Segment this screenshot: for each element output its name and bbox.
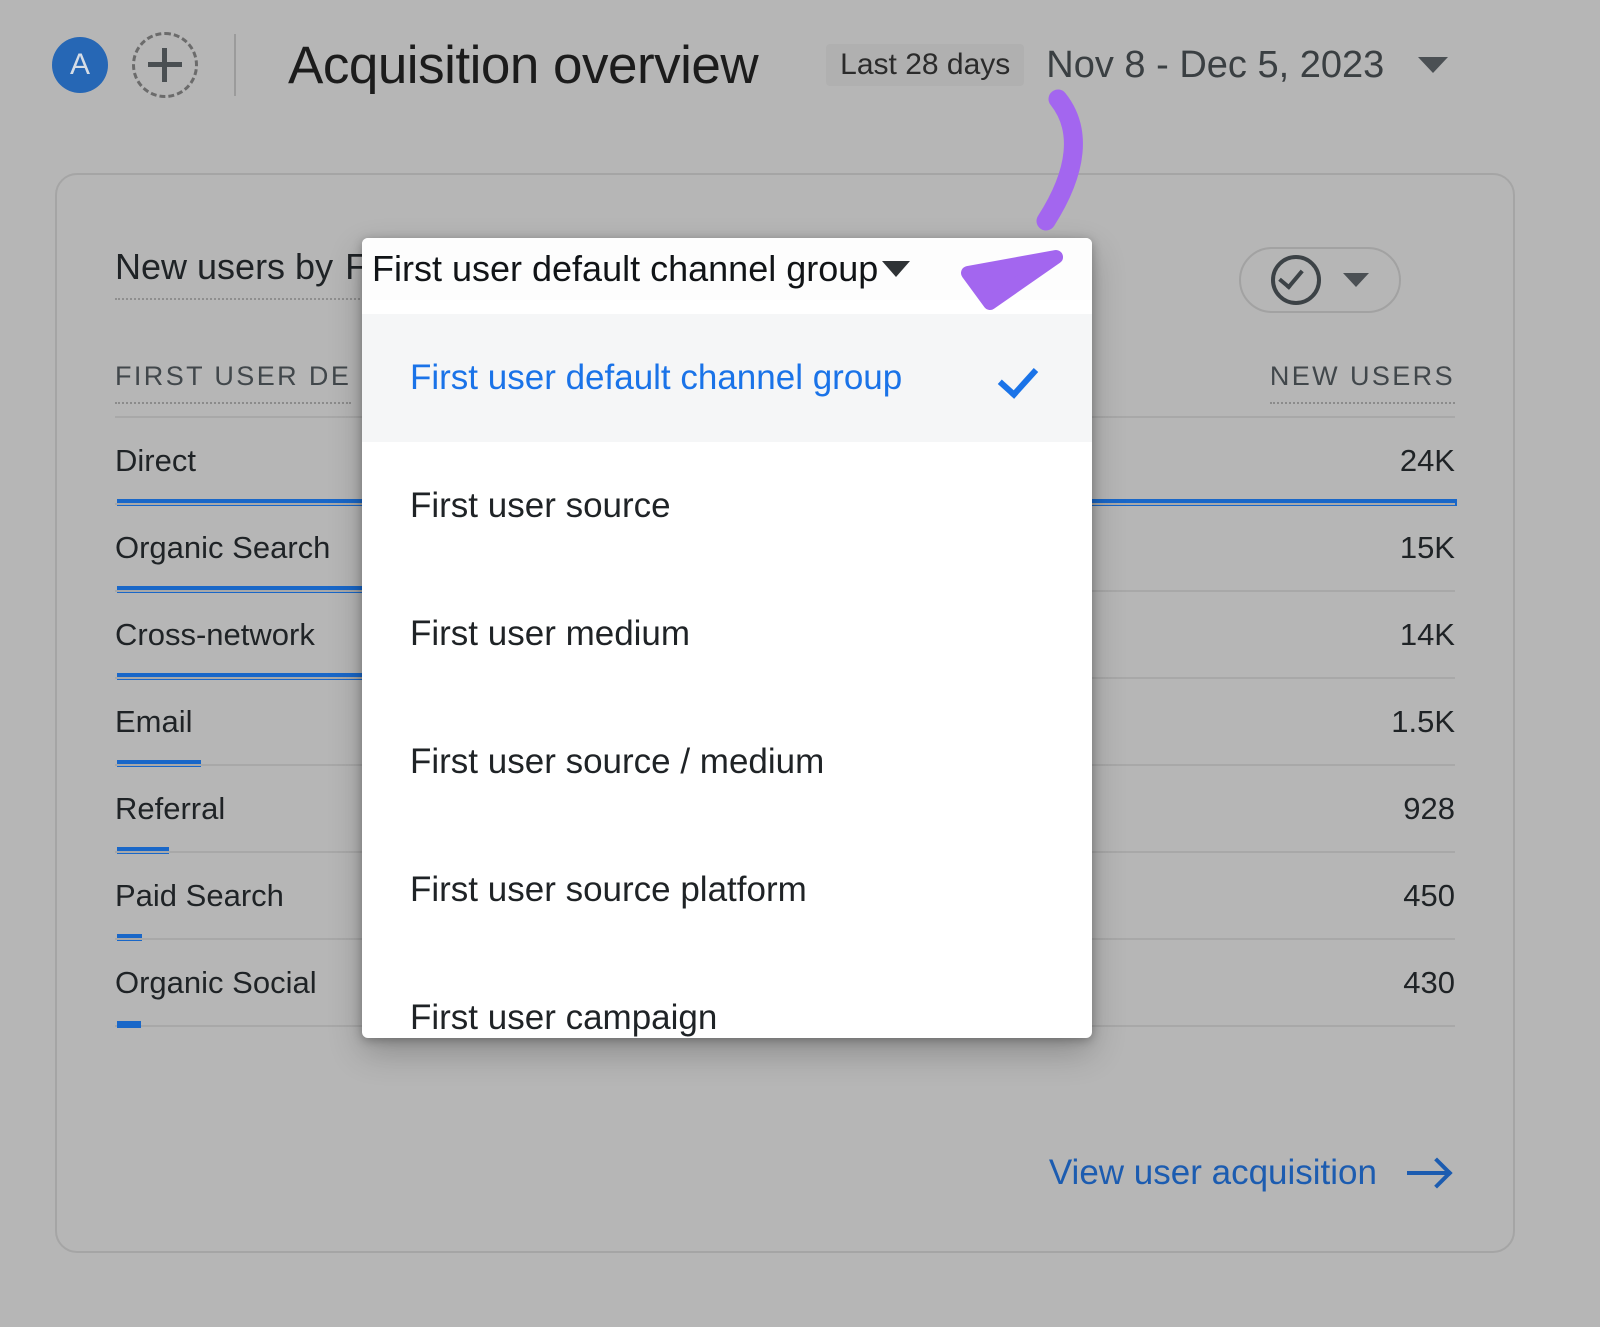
check-circle-icon[interactable] (1271, 255, 1321, 305)
dropdown-current-selection[interactable]: First user default channel group (362, 238, 1092, 300)
card-title-prefix: New users by (115, 246, 334, 287)
footer-link-label[interactable]: View user acquisition (1049, 1153, 1377, 1193)
table-row-value: 450 (1403, 877, 1455, 913)
table-row-label: Organic Social (115, 964, 317, 1000)
app-header: A Acquisition overview Last 28 days Nov … (0, 0, 1600, 130)
dropdown-option[interactable]: First user source / medium (362, 698, 1092, 826)
dropdown-option-label: First user medium (410, 614, 691, 653)
chevron-down-icon[interactable] (882, 261, 911, 277)
table-row-label: Email (115, 703, 193, 739)
dropdown-option-label: First user source platform (410, 870, 807, 909)
plus-circle-icon[interactable] (132, 32, 198, 98)
table-row-label: Organic Search (115, 529, 331, 565)
date-range-selector[interactable]: Last 28 days Nov 8 - Dec 5, 2023 (826, 44, 1449, 87)
dropdown-option[interactable]: First user source (362, 442, 1092, 570)
view-user-acquisition-link[interactable]: View user acquisition (1049, 1153, 1451, 1193)
table-row-label: Cross-network (115, 616, 315, 652)
table-row-value: 928 (1403, 790, 1455, 826)
dimension-dropdown-menu[interactable]: First user default channel group First u… (362, 238, 1092, 1038)
table-row-label: Referral (115, 790, 226, 826)
column-header-new-users[interactable]: NEW USERS (1269, 361, 1455, 404)
table-row-value: 15K (1399, 529, 1455, 565)
checkmark-icon (1000, 358, 1040, 398)
table-row-value: 1.5K (1391, 703, 1455, 739)
table-row-bar (117, 1021, 142, 1028)
arrow-right-icon[interactable] (1407, 1155, 1451, 1191)
table-row-value: 430 (1403, 964, 1455, 1000)
dropdown-option-label: First user campaign (410, 998, 718, 1037)
chevron-down-icon[interactable] (1418, 57, 1449, 73)
date-preset-chip[interactable]: Last 28 days (826, 44, 1025, 86)
dropdown-option-label: First user source (410, 486, 671, 525)
header-divider (234, 34, 236, 96)
avatar[interactable]: A (52, 37, 108, 93)
dropdown-current-label: First user default channel group (372, 248, 879, 289)
column-header-dimension[interactable]: FIRST USER DE (115, 361, 352, 404)
dropdown-option-list: First user default channel group First us… (362, 300, 1092, 1038)
dropdown-option[interactable]: First user campaign (362, 954, 1092, 1038)
dropdown-option[interactable]: First user default channel group (362, 314, 1092, 442)
page-title: Acquisition overview (288, 35, 759, 95)
dropdown-option[interactable]: First user medium (362, 570, 1092, 698)
table-row-value: 14K (1399, 616, 1455, 652)
dropdown-option-label: First user default channel group (410, 358, 903, 397)
table-row-label: Paid Search (115, 877, 284, 913)
date-range-value[interactable]: Nov 8 - Dec 5, 2023 (1046, 44, 1384, 87)
table-row-value: 24K (1399, 442, 1455, 478)
table-row-label: Direct (115, 442, 196, 478)
dropdown-option-label: First user source / medium (410, 742, 825, 781)
dropdown-option[interactable]: First user source platform (362, 826, 1092, 954)
chevron-down-icon[interactable] (1343, 273, 1369, 287)
card-action-button[interactable] (1239, 247, 1401, 313)
